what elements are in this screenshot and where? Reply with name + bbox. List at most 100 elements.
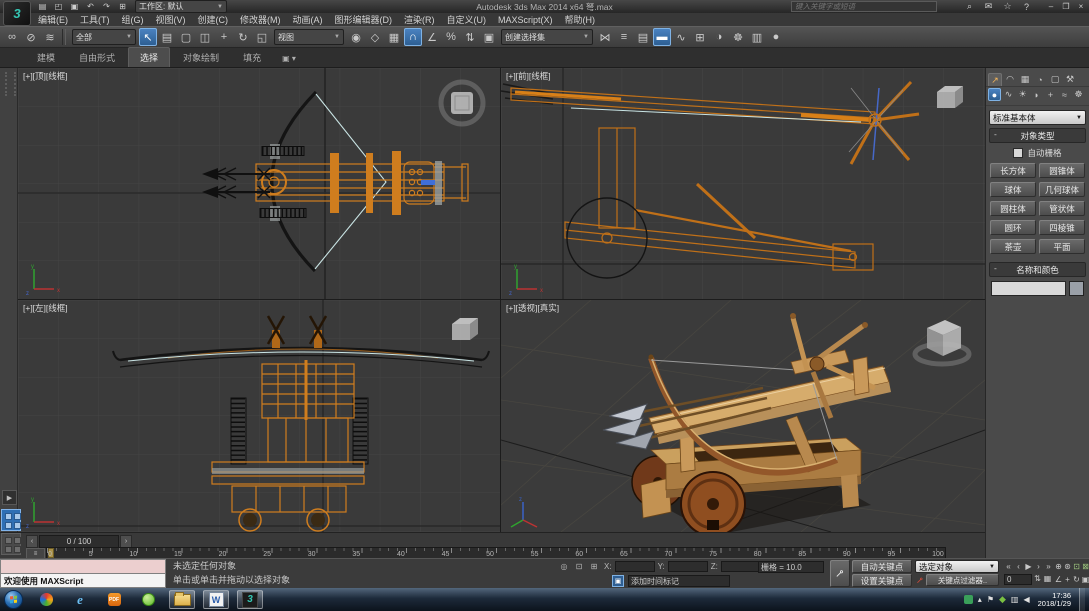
set-key-button[interactable]: 设置关键点 <box>852 574 912 587</box>
3ds-max-app-logo[interactable]: 3 <box>3 1 31 26</box>
primitive-button[interactable]: 平面 <box>1039 239 1085 254</box>
viewcube[interactable] <box>436 78 488 128</box>
tray-shield-icon[interactable]: ◆ <box>999 594 1006 605</box>
align-icon[interactable]: ≡ <box>615 28 633 46</box>
taskbar-pdf-app[interactable]: PDF <box>101 590 127 609</box>
viewport-front[interactable]: [+][前][线框] y x z <box>501 68 985 299</box>
set-keys-button[interactable]: ⊸ <box>830 560 850 587</box>
taskbar-app-colorful[interactable] <box>33 590 59 609</box>
top-view-wireframe[interactable] <box>18 68 500 299</box>
current-frame-field[interactable]: 0 <box>1004 574 1032 585</box>
minimize-button[interactable]: – <box>1046 1 1056 12</box>
rollout-header[interactable]: - 对象类型 <box>989 128 1086 143</box>
viewport-left[interactable]: [+][左][线框] y x z <box>18 300 500 532</box>
ribbon-tab[interactable]: 建模 <box>26 48 66 67</box>
menu-item[interactable]: 修改器(M) <box>234 13 287 26</box>
select-and-rotate-icon[interactable]: ↻ <box>234 28 252 46</box>
zoom-icon[interactable]: ⊕ <box>1054 560 1063 573</box>
menu-item[interactable]: 帮助(H) <box>559 13 602 26</box>
ribbon-tab[interactable]: 填充 <box>232 48 272 67</box>
snap-toggle-icon[interactable]: ∩ <box>404 28 422 46</box>
viewport-layout-tab-1[interactable] <box>1 509 21 531</box>
x-coordinate-field[interactable] <box>615 561 655 572</box>
render-setup-icon[interactable]: ☸ <box>729 28 747 46</box>
selection-filter-dropdown[interactable]: 全部▼ <box>72 29 136 45</box>
menu-item[interactable]: 工具(T) <box>74 13 116 26</box>
viewcube[interactable] <box>909 310 975 370</box>
viewcube[interactable] <box>448 314 482 344</box>
help-icon[interactable]: ? <box>1020 1 1033 12</box>
restore-button[interactable]: ❐ <box>1061 1 1071 12</box>
viewport-layout-tab-2[interactable] <box>1 533 21 555</box>
isolate-selection-toggle-icon[interactable]: ▣ <box>612 575 624 587</box>
pan-icon[interactable]: + <box>1063 573 1072 586</box>
tray-app-icon[interactable] <box>964 595 973 604</box>
undo-icon[interactable]: ↶ <box>84 1 97 12</box>
macro-recorder-line[interactable] <box>0 559 166 573</box>
redo-icon[interactable]: ↷ <box>100 1 113 12</box>
display-tab[interactable]: ▢ <box>1048 73 1062 86</box>
primitive-button[interactable]: 球体 <box>990 182 1036 197</box>
primitive-button[interactable]: 圆锥体 <box>1039 163 1085 178</box>
save-file-icon[interactable]: ▣ <box>68 1 81 12</box>
viewport-label-front[interactable]: [+][前][线框] <box>506 70 551 82</box>
workspace-dropdown[interactable]: 工作区: 默认 ▼ <box>135 0 227 13</box>
key-mode-dropdown[interactable]: 选定对象 ▼ <box>915 560 999 573</box>
ribbon-tab[interactable]: 对象绘制 <box>172 48 230 67</box>
viewport-label-perspective[interactable]: [+][透视][真实] <box>506 302 559 314</box>
taskbar-file-explorer[interactable] <box>169 590 195 609</box>
use-pivot-center-icon[interactable]: ◉ <box>347 28 365 46</box>
menu-item[interactable]: 创建(C) <box>192 13 235 26</box>
open-file-icon[interactable]: ◰ <box>52 1 65 12</box>
key-filters-button[interactable]: 关键点过滤器.. <box>926 574 999 586</box>
orbit-icon[interactable]: ↻ <box>1072 573 1081 586</box>
menu-item[interactable]: 编辑(E) <box>32 13 74 26</box>
left-view-wireframe[interactable] <box>18 300 500 532</box>
utilities-tab[interactable]: ⚒ <box>1063 73 1077 86</box>
taskbar-word[interactable]: W <box>203 590 229 609</box>
select-and-link-icon[interactable]: ∞ <box>3 28 21 46</box>
menu-item[interactable]: 渲染(R) <box>398 13 441 26</box>
field-of-view-icon[interactable]: ∠ <box>1054 573 1063 586</box>
bind-to-space-warp-icon[interactable]: ≋ <box>41 28 59 46</box>
z-coordinate-field[interactable] <box>721 561 761 572</box>
selection-lock-icon[interactable]: ⊡ <box>573 561 585 572</box>
layer-manager-icon[interactable]: ▤ <box>634 28 652 46</box>
transform-gizmo-icon[interactable]: ⊞ <box>588 561 600 572</box>
autogrid-checkbox[interactable] <box>1013 148 1023 158</box>
go-to-end-icon[interactable]: » <box>1044 560 1053 572</box>
menu-item[interactable]: 动画(A) <box>287 13 329 26</box>
window-crossing-icon[interactable]: ◫ <box>196 28 214 46</box>
project-folder-icon[interactable]: ⊞ <box>116 1 129 12</box>
named-selection-sets-dropdown[interactable]: 创建选择集▼ <box>501 29 593 45</box>
taskbar-3ds-max[interactable]: 3 <box>237 590 263 609</box>
primitive-button[interactable]: 管状体 <box>1039 201 1085 216</box>
taskbar-clock[interactable]: 17:36 2018/1/29 <box>1035 592 1074 608</box>
cameras-icon[interactable]: ◗ <box>1030 88 1043 101</box>
mirror-icon[interactable]: ⋈ <box>596 28 614 46</box>
front-view-wireframe[interactable] <box>501 68 985 299</box>
helpers-icon[interactable]: + <box>1044 88 1057 101</box>
maximize-viewport-icon[interactable]: ▣ <box>1081 573 1089 586</box>
frame-spinner[interactable]: ⇅ <box>1033 573 1042 585</box>
primitive-button[interactable]: 几何球体 <box>1039 182 1085 197</box>
rectangular-selection-icon[interactable]: ▢ <box>177 28 195 46</box>
ribbon-tab[interactable]: 选择 <box>128 47 170 67</box>
ribbon-tab[interactable]: 自由形式 <box>68 48 126 67</box>
taskbar-app-green[interactable] <box>135 590 161 609</box>
zoom-extents-all-icon[interactable]: ⊠ <box>1081 560 1089 573</box>
primitive-button[interactable]: 圆柱体 <box>990 201 1036 216</box>
edit-named-sets-icon[interactable]: ▣ <box>480 28 498 46</box>
tray-expand-icon[interactable]: ▴ <box>978 595 982 604</box>
menu-item[interactable]: 图形编辑器(D) <box>329 13 399 26</box>
show-desktop-button[interactable] <box>1079 588 1085 611</box>
systems-icon[interactable]: ☸ <box>1072 88 1085 101</box>
new-scene-icon[interactable]: ▤ <box>36 1 49 12</box>
space-warps-icon[interactable]: ≈ <box>1058 88 1071 101</box>
maxscript-mini-listener[interactable]: 欢迎使用 MAXScript <box>0 559 166 588</box>
object-color-swatch[interactable] <box>1069 281 1084 296</box>
taskbar-internet-explorer[interactable]: e <box>67 590 93 609</box>
viewport-top[interactable]: [+][顶][线框] y x z <box>18 68 500 299</box>
close-button[interactable]: × <box>1076 1 1086 12</box>
expand-panel-button[interactable]: ▶ <box>2 490 17 505</box>
